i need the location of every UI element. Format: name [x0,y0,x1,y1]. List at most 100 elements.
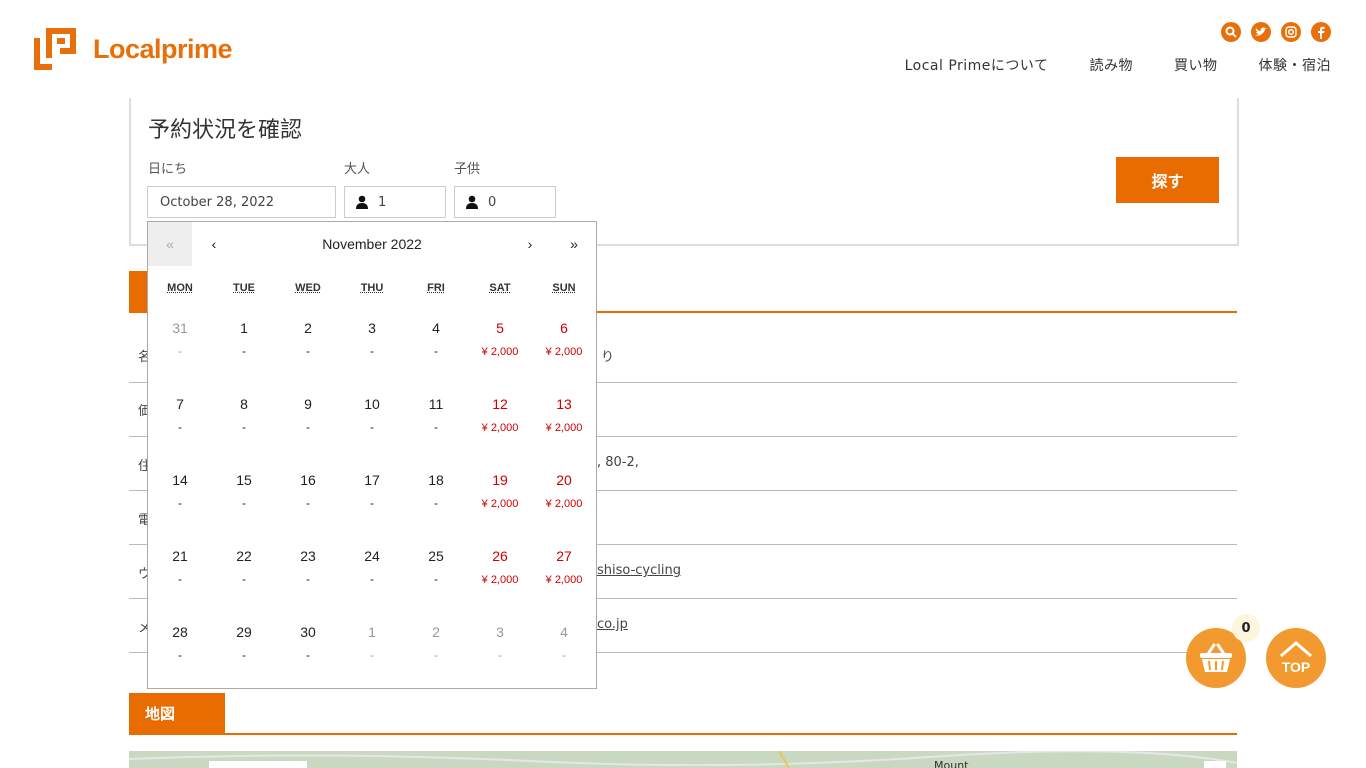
calendar-next-month-button[interactable]: › [508,222,552,266]
nav-shopping[interactable]: 買い物 [1174,55,1218,75]
nav-experience[interactable]: 体験・宿泊 [1259,55,1332,75]
calendar-day-cell[interactable]: 1- [212,316,276,392]
calendar-day-price: ¥ 2,000 [481,498,519,510]
calendar-day-number: 18 [428,472,444,488]
calendar-day-price: ¥ 2,000 [481,574,519,586]
site-logo[interactable]: Localprime [30,24,233,74]
calendar-day-cell[interactable]: 24 - [340,544,404,620]
calendar-day-number: 5 [496,320,504,336]
calendar-weekday-label: WED [295,282,321,294]
calendar-day-cell[interactable]: 14 - [148,468,212,544]
person-icon [356,195,368,209]
calendar-day-number: 3 [496,624,504,640]
calendar-day-price: - [434,344,438,358]
date-input[interactable]: October 28, 2022 [147,186,336,218]
calendar-day-cell[interactable]: 28 - [148,620,212,696]
calendar-day-cell[interactable]: 3- [340,316,404,392]
calendar-next-year-button[interactable]: » [552,222,596,266]
calendar-prev-month-button[interactable]: ‹ [192,222,236,266]
calendar-day-cell[interactable]: 2- [404,620,468,696]
calendar-day-cell[interactable]: 21 - [148,544,212,620]
facebook-icon[interactable] [1311,22,1331,42]
map-section-title: 地図 [145,704,176,723]
calendar-day-cell[interactable]: 31 - [148,316,212,392]
calendar-day-price: - [306,420,310,434]
calendar-day-cell[interactable]: 23 - [276,544,340,620]
calendar-day-price: - [178,344,182,358]
calendar-day-cell[interactable]: 12 ¥ 2,000 [468,392,532,468]
map-place-label: Mount [934,759,969,768]
calendar-day-cell[interactable]: 20 ¥ 2,000 [532,468,596,544]
website-link[interactable]: shiso-cycling [597,563,681,578]
calendar-day-cell[interactable]: 4- [532,620,596,696]
calendar-day-price: - [306,496,310,510]
calendar-weekday-label: SUN [552,282,576,294]
nav-about[interactable]: Local Primeについて [905,55,1049,75]
calendar-day-number: 22 [236,548,252,564]
map-section-line [129,733,1237,735]
adult-input[interactable]: 1 [344,186,446,218]
calendar-day-cell[interactable]: 13 ¥ 2,000 [532,392,596,468]
calendar-day-cell[interactable]: 8- [212,392,276,468]
calendar-day-cell[interactable]: 7- [148,392,212,468]
calendar-day-price: - [562,648,566,662]
calendar-day-cell[interactable]: 30 - [276,620,340,696]
calendar-day-cell[interactable]: 26 ¥ 2,000 [468,544,532,620]
calendar-day-number: 7 [176,396,184,412]
calendar-day-cell[interactable]: 1- [340,620,404,696]
email-link[interactable]: co.jp [597,617,628,632]
calendar-weekday-label: MON [167,282,193,294]
calendar-day-price: ¥ 2,000 [545,422,583,434]
calendar-day-price: - [370,420,374,434]
calendar-day-cell[interactable]: 27 ¥ 2,000 [532,544,596,620]
calendar-day-price: - [370,344,374,358]
calendar-month-title[interactable]: November 2022 [236,222,508,266]
calendar-day-cell[interactable]: 9- [276,392,340,468]
calendar-day-price: ¥ 2,000 [545,574,583,586]
calendar-day-cell[interactable]: 25 - [404,544,468,620]
child-input-value: 0 [488,194,497,210]
calendar-day-cell[interactable]: 19 ¥ 2,000 [468,468,532,544]
calendar-day-price: - [434,572,438,586]
calendar-day-number: 15 [236,472,252,488]
calendar-day-price: - [178,420,182,434]
child-input[interactable]: 0 [454,186,556,218]
calendar-day-cell[interactable]: 18 - [404,468,468,544]
calendar-day-cell[interactable]: 10 - [340,392,404,468]
calendar-day-price: - [434,648,438,662]
calendar-day-cell[interactable]: 17 - [340,468,404,544]
logo-text: Localprime [93,33,233,64]
calendar-day-price: - [242,344,246,358]
twitter-icon[interactable] [1251,22,1271,42]
calendar-day-cell[interactable]: 3- [468,620,532,696]
instagram-icon[interactable] [1281,22,1301,42]
calendar-day-cell[interactable]: 29 - [212,620,276,696]
calendar-day-price: - [434,496,438,510]
search-button[interactable]: 探す [1116,157,1219,203]
calendar-day-number: 2 [432,624,440,640]
calendar-day-number: 3 [368,320,376,336]
nav-reading[interactable]: 読み物 [1090,55,1134,75]
adult-input-value: 1 [378,194,387,210]
calendar-day-cell[interactable]: 4- [404,316,468,392]
calendar-day-cell[interactable]: 16 - [276,468,340,544]
calendar-day-cell[interactable]: 22 - [212,544,276,620]
calendar-day-number: 6 [560,320,568,336]
back-to-top-button[interactable]: TOP [1266,628,1326,688]
date-input-value: October 28, 2022 [160,194,275,210]
calendar-day-cell[interactable]: 2- [276,316,340,392]
date-label: 日にち [148,162,188,177]
calendar-day-number: 16 [300,472,316,488]
calendar-weekday-label: SAT [489,282,511,294]
calendar-day-number: 17 [364,472,380,488]
calendar-day-cell[interactable]: 5 ¥ 2,000 [468,316,532,392]
calendar-day-number: 29 [236,624,252,640]
map-embed[interactable]: Mount [129,751,1237,768]
calendar-day-cell[interactable]: 6 ¥ 2,000 [532,316,596,392]
calendar-day-number: 20 [556,472,572,488]
calendar-day-number: 28 [172,624,188,640]
calendar-prev-year-button[interactable]: « [148,222,192,266]
calendar-day-cell[interactable]: 15 - [212,468,276,544]
search-icon[interactable] [1221,22,1241,42]
calendar-day-cell[interactable]: 11 - [404,392,468,468]
